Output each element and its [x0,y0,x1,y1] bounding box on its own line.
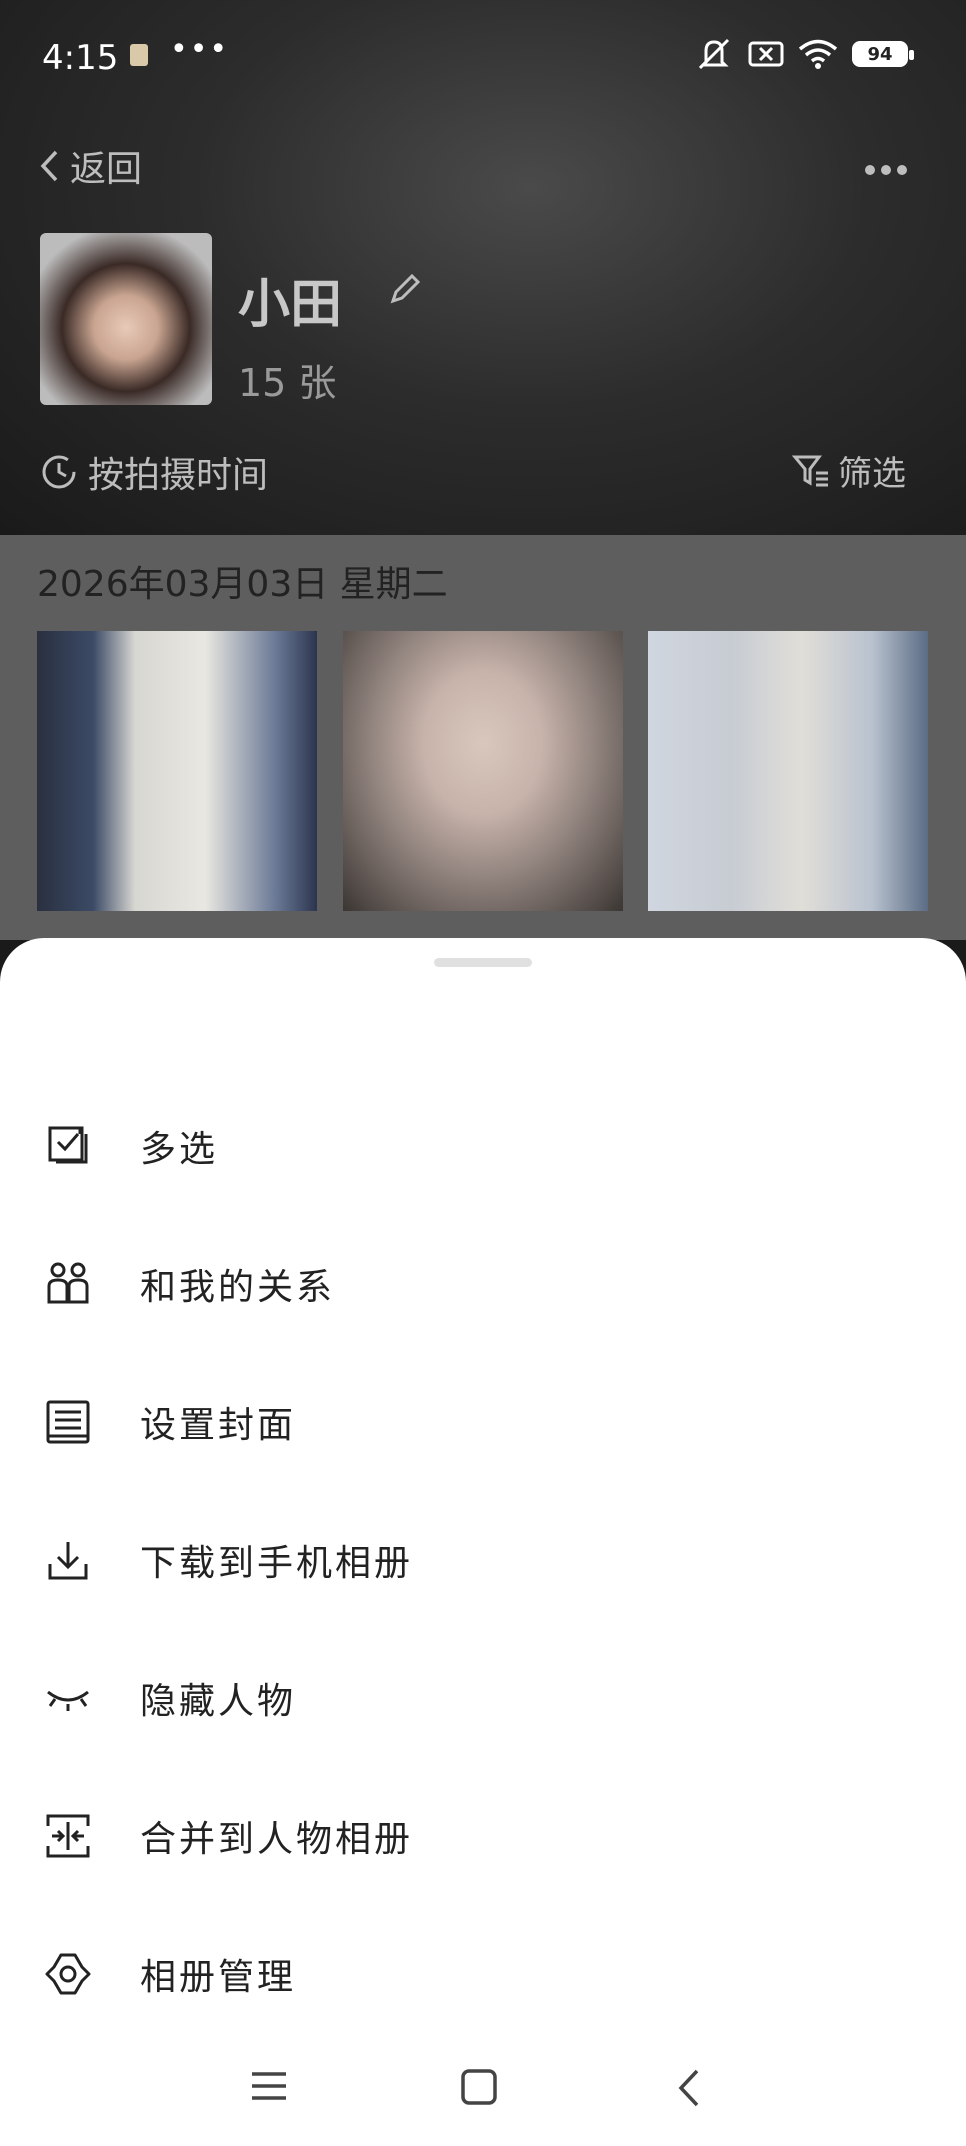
edit-name-icon[interactable] [388,272,422,306]
multi-select-icon [44,1122,92,1170]
photo-grid-section: 2026年03月03日 星期二 [0,535,966,940]
battery-level: 94 [867,43,893,65]
date-heading: 2026年03月03日 星期二 [37,564,448,605]
sort-label: 按拍摄时间 [88,455,269,496]
filter-button[interactable]: 筛选 [792,446,906,495]
menu-item-label: 下载到手机相册 [140,1543,414,1584]
filter-label: 筛选 [838,454,906,494]
menu-item-label: 和我的关系 [140,1267,336,1308]
photo-count: 15 张 [238,361,337,405]
menu-item-label: 设置封面 [140,1405,297,1446]
bottom-sheet: 多选 和我的关系 设置封面 下载到手机相册 隐藏人物 合并到人物相册 相册管理 [0,938,966,2146]
back-nav-icon[interactable] [676,2068,702,2108]
menu-item-merge[interactable]: 合并到人物相册 [0,1776,966,1896]
menu-item-download[interactable]: 下载到手机相册 [0,1500,966,1620]
menu-item-label: 多选 [140,1129,219,1170]
gear-icon [44,1950,92,1998]
menu-item-relationship[interactable]: 和我的关系 [0,1224,966,1344]
status-bar: 4:15 ••• 94 [0,0,966,112]
clock-icon [42,455,76,489]
person-avatar[interactable] [40,233,212,405]
system-nav-bar [0,2040,966,2146]
menu-nav-icon[interactable] [250,2068,288,2104]
more-icon [865,165,907,175]
cover-icon [44,1398,92,1446]
menu-item-set-cover[interactable]: 设置封面 [0,1362,966,1482]
sheet-drag-handle[interactable] [434,958,532,967]
photo-thumbnail[interactable] [37,631,317,911]
download-icon [44,1536,92,1584]
chevron-left-icon [40,150,58,182]
more-notifications-icon: ••• [170,32,230,67]
battery-icon: 94 [852,41,914,67]
photo-thumbnail[interactable] [343,631,623,911]
back-label: 返回 [70,149,143,190]
menu-item-hide-person[interactable]: 隐藏人物 [0,1638,966,1758]
sort-button[interactable]: 按拍摄时间 [40,446,268,498]
menu-item-label: 相册管理 [140,1957,297,1998]
menu-item-multi-select[interactable]: 多选 [0,1086,966,1206]
menu-item-album-management[interactable]: 相册管理 [0,1914,966,2034]
merge-icon [44,1812,92,1860]
status-time: 4:15 [42,38,119,78]
home-nav-icon[interactable] [460,2068,498,2106]
wifi-icon [798,39,838,69]
status-icons: 94 [694,36,914,72]
photo-thumbnail[interactable] [648,631,928,911]
mute-bell-icon [698,38,730,70]
person-name: 小田 [238,275,343,335]
no-sim-icon [748,41,784,67]
menu-item-label: 隐藏人物 [140,1681,297,1722]
filter-icon [792,455,828,486]
album-header: 4:15 ••• 94 返回 小田 15 张 按拍摄时间 筛选 [0,0,966,535]
back-button[interactable]: 返回 [38,140,142,192]
menu-item-label: 合并到人物相册 [140,1819,414,1860]
people-icon [44,1260,92,1308]
eye-closed-icon [44,1674,92,1722]
notification-icon [130,44,148,66]
more-options-button[interactable] [864,140,908,186]
